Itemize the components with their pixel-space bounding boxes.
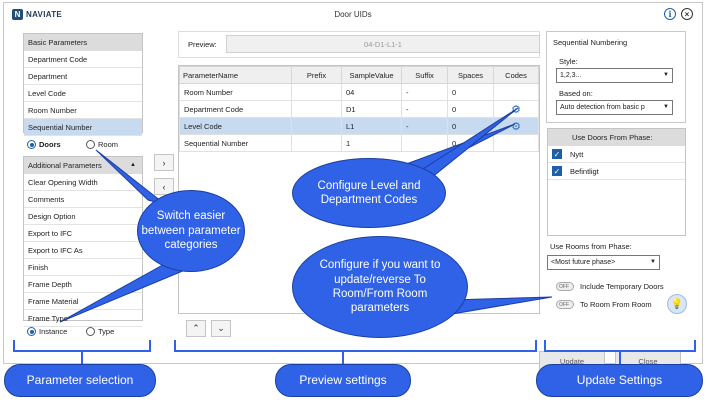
bracket-preview-settings [174,340,537,352]
preview-settings-label: Preview settings [275,364,411,397]
switch-categories-callout: Switch easier between parameter categori… [137,190,245,272]
pointer-to-instance-radio [59,261,192,323]
pointer-to-toggle [449,296,553,315]
configure-codes-callout: Configure Level and Department Codes [292,158,446,228]
bracket-parameter-selection [13,340,151,352]
parameter-selection-label: Parameter selection [4,364,156,397]
update-settings-label: Update Settings [536,364,703,397]
bracket-update-settings [544,340,696,352]
configure-reverse-callout: Configure if you want to update/reverse … [292,236,468,338]
pointer-to-doors-radio [95,149,167,206]
